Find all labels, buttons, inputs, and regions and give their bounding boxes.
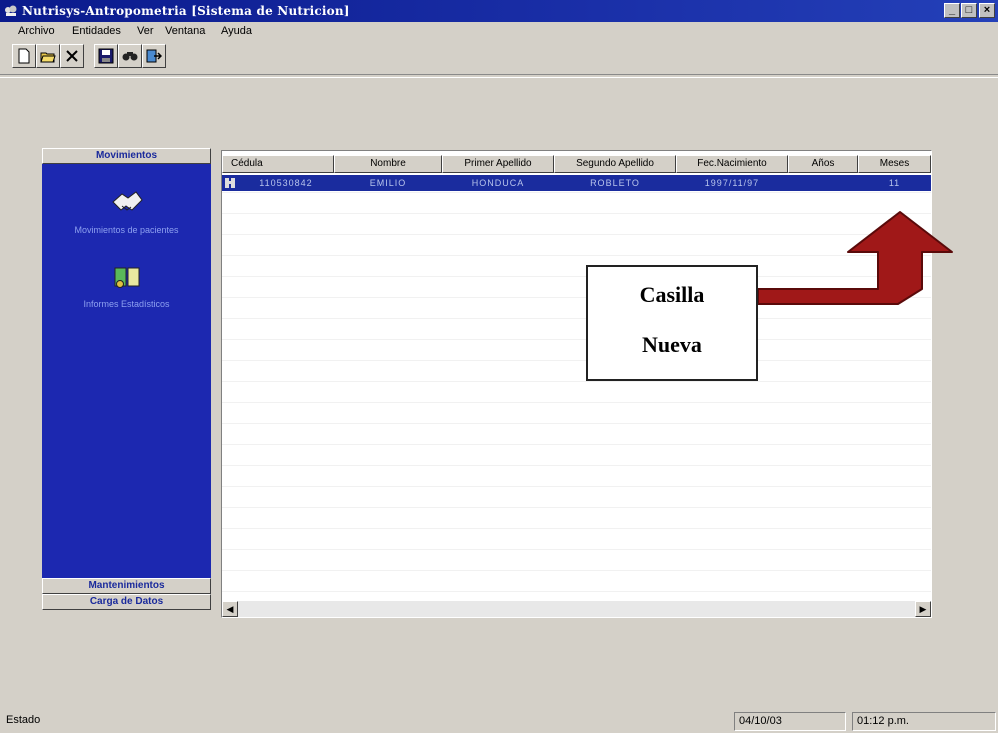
toolbar-divider bbox=[0, 74, 998, 78]
nav-item-label: Movimientos de pacientes bbox=[74, 225, 179, 235]
movimientos-header[interactable]: Movimientos bbox=[42, 148, 211, 164]
navigation-bar: Movimientos Movimientos de pacientes Inf… bbox=[42, 148, 211, 613]
handshake-icon bbox=[111, 191, 143, 211]
window-title: Nutrisys-Antropometria [Sistema de Nutri… bbox=[22, 4, 350, 18]
menu-ventana[interactable]: Ventana bbox=[165, 25, 205, 37]
column-header-fec-nacimiento[interactable]: Fec.Nacimiento bbox=[676, 155, 788, 173]
new-button[interactable] bbox=[12, 44, 36, 68]
column-header-cedula[interactable]: Cédula bbox=[222, 155, 334, 173]
save-button[interactable] bbox=[94, 44, 118, 68]
exit-icon bbox=[146, 49, 162, 63]
record-icon bbox=[225, 178, 235, 188]
book-icon bbox=[114, 267, 139, 288]
nav-item-label: Informes Estadísticos bbox=[83, 299, 170, 309]
carga-datos-header[interactable]: Carga de Datos bbox=[42, 594, 211, 610]
save-icon bbox=[98, 48, 114, 64]
menu-ver[interactable]: Ver bbox=[137, 25, 154, 37]
menu-entidades[interactable]: Entidades bbox=[72, 25, 121, 37]
find-button[interactable] bbox=[118, 44, 142, 68]
exit-button[interactable] bbox=[142, 44, 166, 68]
callout-line-1: Casilla bbox=[639, 282, 705, 307]
column-header-segundo-apellido[interactable]: Segundo Apellido bbox=[554, 155, 676, 173]
column-header-anos[interactable]: Años bbox=[788, 155, 858, 173]
nav-item-informes-estadisticos[interactable]: Informes Estadísticos bbox=[42, 262, 211, 309]
open-icon bbox=[40, 52, 56, 63]
close-button[interactable]: × bbox=[979, 3, 995, 18]
scroll-left-button[interactable]: ◀ bbox=[222, 601, 238, 617]
scroll-right-button[interactable]: ▶ bbox=[915, 601, 931, 617]
column-header-meses[interactable]: Meses bbox=[858, 155, 931, 173]
open-button[interactable] bbox=[36, 44, 60, 68]
find-icon bbox=[122, 52, 138, 61]
annotation-callout: Casilla Nueva bbox=[586, 265, 758, 381]
menu-archivo[interactable]: Archivo bbox=[18, 25, 55, 37]
cell-nombre: EMILIO bbox=[369, 178, 407, 188]
status-text: Estado bbox=[6, 714, 41, 726]
cell-meses: 11 bbox=[888, 178, 901, 188]
app-icon bbox=[5, 5, 17, 16]
cell-segundo-apellido: ROBLETO bbox=[590, 178, 640, 188]
annotation-arrow bbox=[757, 211, 953, 305]
table-row-selected[interactable]: 110530842 EMILIO HONDUCA ROBLETO 1997/11… bbox=[222, 175, 931, 191]
menu-bar: Archivo Entidades Ver Ventana Ayuda bbox=[0, 22, 998, 42]
nav-item-movimientos-pacientes[interactable]: Movimientos de pacientes bbox=[42, 188, 211, 235]
callout-line-2: Nueva bbox=[642, 332, 702, 357]
column-header-primer-apellido[interactable]: Primer Apellido bbox=[442, 155, 554, 173]
mantenimientos-header[interactable]: Mantenimientos bbox=[42, 578, 211, 594]
status-bar: Estado 04/10/03 01:12 p.m. bbox=[0, 710, 998, 733]
new-icon bbox=[18, 48, 30, 64]
cell-fec-nacimiento: 1997/11/97 bbox=[704, 178, 760, 188]
status-date: 04/10/03 bbox=[734, 712, 846, 731]
delete-icon bbox=[66, 50, 78, 62]
menu-ayuda[interactable]: Ayuda bbox=[221, 25, 252, 37]
movimientos-panel: Movimientos de pacientes Informes Estadí… bbox=[42, 164, 211, 578]
status-time: 01:12 p.m. bbox=[852, 712, 996, 731]
horizontal-scrollbar[interactable]: ◀ ▶ bbox=[222, 601, 931, 617]
minimize-button[interactable]: _ bbox=[944, 3, 960, 18]
cell-cedula: 110530842 bbox=[259, 178, 313, 188]
maximize-button[interactable]: □ bbox=[961, 3, 977, 18]
column-header-nombre[interactable]: Nombre bbox=[334, 155, 442, 173]
cell-primer-apellido: HONDUCA bbox=[471, 178, 525, 188]
cell-anos bbox=[788, 175, 858, 191]
title-bar: Nutrisys-Antropometria [Sistema de Nutri… bbox=[0, 0, 998, 22]
delete-button[interactable] bbox=[60, 44, 84, 68]
